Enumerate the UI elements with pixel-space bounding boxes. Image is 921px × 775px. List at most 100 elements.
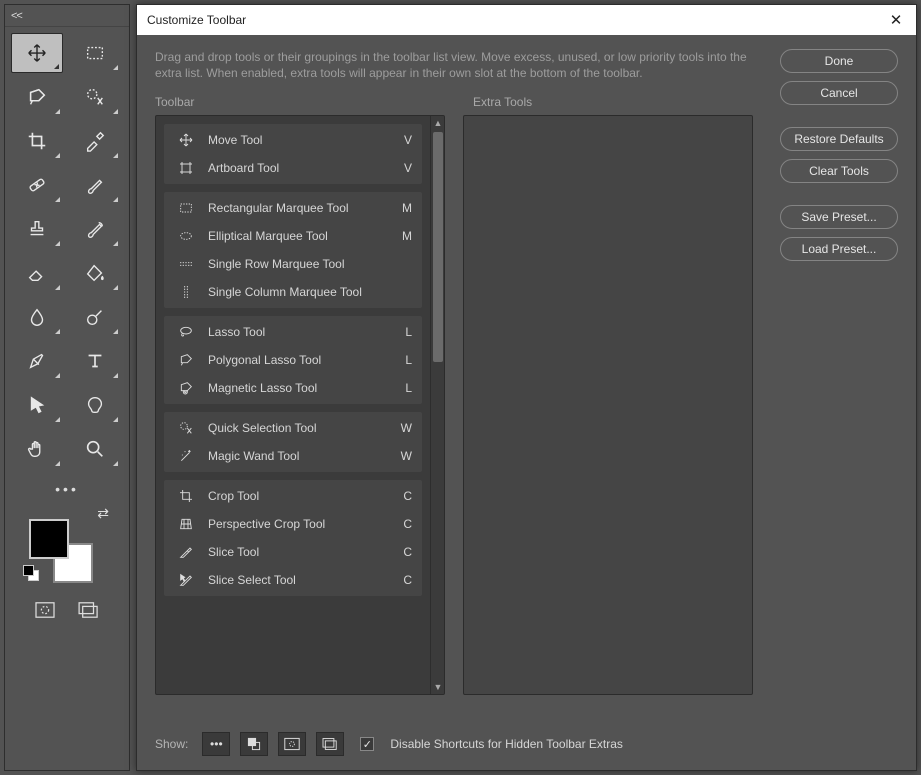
tool-eyedropper[interactable] (69, 121, 121, 161)
toolbar-collapse-button[interactable]: << (5, 5, 129, 27)
tool-row-name: Perspective Crop Tool (208, 517, 403, 531)
poly-lasso-icon (176, 350, 196, 370)
slice-select-icon (176, 570, 196, 590)
collapse-chevrons-icon: << (11, 10, 22, 22)
load-preset-button[interactable]: Load Preset... (780, 237, 898, 261)
tool-poly-lasso[interactable] (11, 77, 63, 117)
tool-row-shortcut: W (401, 421, 412, 435)
tool-row-shortcut: W (401, 449, 412, 463)
tool-row-name: Rectangular Marquee Tool (208, 201, 402, 215)
tool-path-select[interactable] (11, 385, 63, 425)
tool-row-name: Artboard Tool (208, 161, 404, 175)
disable-shortcuts-checkbox[interactable]: ✓ (360, 737, 374, 751)
foreground-color-swatch[interactable] (29, 519, 69, 559)
tool-history-brush[interactable] (69, 209, 121, 249)
tool-row-name: Magic Wand Tool (208, 449, 401, 463)
rect-marquee-icon (176, 198, 196, 218)
tool-type[interactable] (69, 341, 121, 381)
tool-brush[interactable] (69, 165, 121, 205)
extra-tools-column-label: Extra Tools (473, 95, 532, 109)
tool-eraser[interactable] (11, 253, 63, 293)
tool-hand[interactable] (11, 429, 63, 469)
quick-select-icon (176, 418, 196, 438)
dialog-side-buttons: Done Cancel Restore Defaults Clear Tools… (780, 49, 898, 261)
tool-row-shortcut: L (405, 381, 412, 395)
done-button[interactable]: Done (780, 49, 898, 73)
tool-row[interactable]: Elliptical Marquee ToolM (164, 222, 422, 250)
show-swatch-toggle[interactable] (240, 732, 268, 756)
tool-row-shortcut: M (402, 201, 412, 215)
scroll-thumb[interactable] (433, 132, 443, 362)
dialog-bottom-row: Show: ••• ✓ Disable Shortc (155, 722, 898, 758)
show-quickmask-toggle[interactable] (278, 732, 306, 756)
clear-tools-button[interactable]: Clear Tools (780, 159, 898, 183)
tool-row[interactable]: Crop ToolC (164, 482, 422, 510)
tool-zoom[interactable] (69, 429, 121, 469)
disable-shortcuts-label[interactable]: Disable Shortcuts for Hidden Toolbar Ext… (390, 737, 623, 751)
tool-group[interactable]: Move ToolVArtboard ToolV (164, 124, 422, 184)
screen-mode-icon[interactable] (76, 599, 102, 621)
extra-tools-list[interactable] (463, 115, 753, 695)
tool-row[interactable]: Quick Selection ToolW (164, 414, 422, 442)
close-button[interactable]: ✕ (882, 8, 910, 32)
ellipse-marquee-icon (176, 226, 196, 246)
tool-stamp[interactable] (11, 209, 63, 249)
tool-row[interactable]: Rectangular Marquee ToolM (164, 194, 422, 222)
tool-group[interactable]: Lasso ToolLPolygonal Lasso ToolLMagnetic… (164, 316, 422, 404)
tool-row-name: Lasso Tool (208, 325, 405, 339)
default-colors-icon[interactable] (23, 565, 39, 581)
tool-row[interactable]: Magic Wand ToolW (164, 442, 422, 470)
tool-move[interactable] (11, 33, 63, 73)
toolbar-extra-tools-slot[interactable]: ••• (5, 475, 129, 501)
wand-icon (176, 446, 196, 466)
restore-defaults-button[interactable]: Restore Defaults (780, 127, 898, 151)
tool-group[interactable]: Rectangular Marquee ToolMElliptical Marq… (164, 192, 422, 308)
tool-row[interactable]: Polygonal Lasso ToolL (164, 346, 422, 374)
tool-row-name: Magnetic Lasso Tool (208, 381, 405, 395)
col-marquee-icon (176, 282, 196, 302)
tool-row-name: Slice Tool (208, 545, 403, 559)
cancel-button[interactable]: Cancel (780, 81, 898, 105)
scroll-up-icon[interactable]: ▲ (431, 116, 445, 130)
customize-toolbar-dialog: Customize Toolbar ✕ Drag and drop tools … (136, 4, 917, 771)
scroll-down-icon[interactable]: ▼ (431, 680, 445, 694)
tool-row[interactable]: Perspective Crop ToolC (164, 510, 422, 538)
quickmask-mode-icon[interactable] (32, 599, 58, 621)
toolbar-list-scrollbar[interactable]: ▲ ▼ (430, 116, 444, 694)
artboard-icon (176, 158, 196, 178)
tool-row[interactable]: Single Row Marquee Tool (164, 250, 422, 278)
swap-colors-icon[interactable]: ⇄ (97, 505, 109, 522)
persp-crop-icon (176, 514, 196, 534)
tool-group[interactable]: Quick Selection ToolWMagic Wand ToolW (164, 412, 422, 472)
show-extra-tools-toggle[interactable]: ••• (202, 732, 230, 756)
tool-row[interactable]: Slice ToolC (164, 538, 422, 566)
tool-row-shortcut: L (405, 325, 412, 339)
tool-blur[interactable] (11, 297, 63, 337)
tool-group[interactable]: Crop ToolCPerspective Crop ToolCSlice To… (164, 480, 422, 596)
tool-crop[interactable] (11, 121, 63, 161)
dialog-title-bar[interactable]: Customize Toolbar ✕ (137, 5, 916, 35)
show-label: Show: (155, 737, 188, 751)
tool-quick-select[interactable] (69, 77, 121, 117)
tool-row-name: Crop Tool (208, 489, 403, 503)
tool-row[interactable]: Move ToolV (164, 126, 422, 154)
tool-row[interactable]: Slice Select ToolC (164, 566, 422, 594)
tool-row[interactable]: Artboard ToolV (164, 154, 422, 182)
dialog-instructions: Drag and drop tools or their groupings i… (155, 49, 755, 81)
show-screenmode-toggle[interactable] (316, 732, 344, 756)
tool-row-name: Single Column Marquee Tool (208, 285, 412, 299)
crop-icon (176, 486, 196, 506)
tool-heal[interactable] (11, 165, 63, 205)
toolbar-list[interactable]: Move ToolVArtboard ToolV Rectangular Marq… (155, 115, 445, 695)
tool-row[interactable]: Magnetic Lasso ToolL (164, 374, 422, 402)
tool-rect-marquee[interactable] (69, 33, 121, 73)
tool-row[interactable]: Single Column Marquee Tool (164, 278, 422, 306)
lasso-icon (176, 322, 196, 342)
tool-dodge[interactable] (69, 297, 121, 337)
tool-paint-bucket[interactable] (69, 253, 121, 293)
tool-pen[interactable] (11, 341, 63, 381)
save-preset-button[interactable]: Save Preset... (780, 205, 898, 229)
tool-row-shortcut: C (403, 573, 412, 587)
tool-shape[interactable] (69, 385, 121, 425)
tool-row[interactable]: Lasso ToolL (164, 318, 422, 346)
